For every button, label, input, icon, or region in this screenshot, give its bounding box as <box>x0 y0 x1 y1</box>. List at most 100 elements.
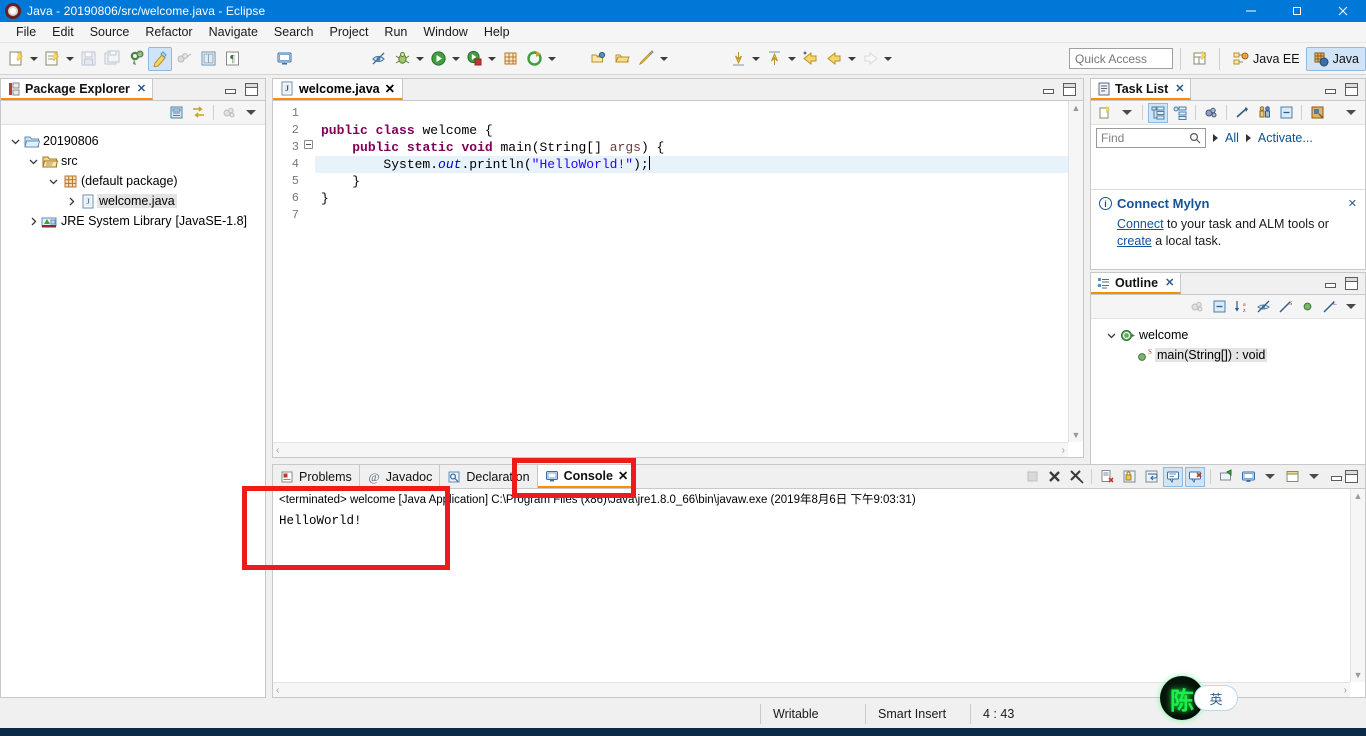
scroll-right-icon[interactable]: › <box>1062 445 1065 456</box>
outline-item-class[interactable]: welcome <box>1091 325 1365 345</box>
tree-item-src[interactable]: src <box>1 151 265 171</box>
minimize-icon[interactable] <box>1042 83 1055 96</box>
close-icon[interactable]: ✕ <box>1348 197 1357 210</box>
focus-on-workweek-icon[interactable] <box>1201 103 1221 123</box>
tab-task-list[interactable]: Task List ✕ <box>1091 79 1192 100</box>
maximize-icon[interactable] <box>1345 277 1358 290</box>
back-icon[interactable] <box>822 47 846 71</box>
menu-edit[interactable]: Edit <box>44 23 82 41</box>
scroll-right-icon[interactable]: › <box>1344 685 1347 696</box>
quick-access-input[interactable]: Quick Access <box>1069 48 1174 69</box>
run-coverage-dropdown-icon[interactable] <box>486 47 498 71</box>
tab-outline[interactable]: Outline ✕ <box>1091 273 1182 294</box>
synchronize-all-icon[interactable] <box>1254 103 1274 123</box>
menu-run[interactable]: Run <box>376 23 415 41</box>
debug-icon[interactable] <box>390 47 414 71</box>
filter-activate-label[interactable]: Activate... <box>1258 131 1313 145</box>
sort-icon[interactable]: az <box>1231 297 1251 317</box>
filter-all-arrow-icon[interactable] <box>1213 131 1218 145</box>
next-annotation-dropdown-icon[interactable] <box>750 47 762 71</box>
external-tools-dropdown-icon[interactable] <box>546 47 558 71</box>
collapse-all-icon[interactable] <box>1276 103 1296 123</box>
view-menu-icon[interactable] <box>1341 297 1361 317</box>
console-body[interactable]: <terminated> welcome [Java Application] … <box>273 489 1365 697</box>
annotation-dropdown-icon[interactable] <box>658 47 670 71</box>
hide-nonpublic-icon[interactable] <box>1297 297 1317 317</box>
connect-link[interactable]: Connect <box>1117 217 1164 231</box>
chevron-right-icon[interactable] <box>25 217 41 226</box>
minimize-window-button[interactable] <box>1228 0 1274 22</box>
activate-task-icon[interactable] <box>1307 103 1327 123</box>
close-icon[interactable]: ✕ <box>1165 276 1174 289</box>
task-find-input[interactable]: Find <box>1096 128 1206 148</box>
maximize-icon[interactable] <box>245 83 258 96</box>
scroll-lock-icon[interactable] <box>1119 467 1139 487</box>
tab-javadoc[interactable]: @ Javadoc <box>359 465 441 488</box>
ime-mode-button[interactable]: 英 <box>1194 685 1238 711</box>
scroll-left-icon[interactable]: ‹ <box>276 445 279 456</box>
open-perspective-icon[interactable] <box>1188 47 1212 71</box>
open-console-view-icon[interactable] <box>272 47 296 71</box>
close-icon[interactable]: ✕ <box>385 81 395 96</box>
maximize-icon[interactable] <box>1345 470 1358 483</box>
editor-body[interactable]: 1 2 3 4 5 6 7 public class welcome { pub… <box>273 101 1083 457</box>
scroll-left-icon[interactable]: ‹ <box>276 685 279 696</box>
categorized-presentation-icon[interactable] <box>1148 102 1168 123</box>
new-task-dropdown-icon[interactable] <box>1117 103 1137 123</box>
console-vertical-scrollbar[interactable]: ▲ ▼ <box>1350 489 1365 682</box>
tab-problems[interactable]: Problems <box>273 465 360 488</box>
new-java-package-icon[interactable] <box>498 47 522 71</box>
toggle-mark-occurrences-icon[interactable] <box>366 47 390 71</box>
maximize-icon[interactable] <box>1345 83 1358 96</box>
annotation-icon[interactable] <box>634 47 658 71</box>
menu-source[interactable]: Source <box>82 23 138 41</box>
perspective-java-ee[interactable]: Java EE <box>1227 47 1306 71</box>
tree-item-jre-library[interactable]: JRE System Library [JavaSE-1.8] <box>1 211 265 231</box>
chevron-down-icon[interactable] <box>25 157 41 166</box>
filter-activate-arrow-icon[interactable] <box>1246 131 1251 145</box>
remove-all-terminated-icon[interactable] <box>1066 467 1086 487</box>
menu-search[interactable]: Search <box>266 23 322 41</box>
menu-file[interactable]: File <box>8 23 44 41</box>
tree-item-project[interactable]: 20190806 <box>1 131 265 151</box>
tab-package-explorer[interactable]: Package Explorer ✕ <box>1 79 154 100</box>
create-link[interactable]: create <box>1117 234 1152 248</box>
minimize-icon[interactable] <box>224 83 237 96</box>
scheduled-presentation-icon[interactable] <box>1170 103 1190 123</box>
tree-item-default-package[interactable]: (default package) <box>1 171 265 191</box>
run-coverage-icon[interactable] <box>462 47 486 71</box>
outline-item-method[interactable]: S main(String[]) : void <box>1091 345 1365 365</box>
display-selected-console-icon[interactable] <box>1238 467 1258 487</box>
view-menu-icon[interactable] <box>1341 103 1361 123</box>
run-dropdown-icon[interactable] <box>450 47 462 71</box>
new-task-icon[interactable] <box>1095 103 1115 123</box>
close-icon[interactable]: ✕ <box>618 468 628 483</box>
open-task-icon[interactable] <box>586 47 610 71</box>
back-dropdown-icon[interactable] <box>846 47 858 71</box>
new-java-project-dropdown-icon[interactable] <box>64 47 76 71</box>
open-console-icon[interactable] <box>1282 467 1302 487</box>
menu-help[interactable]: Help <box>476 23 518 41</box>
minimize-icon[interactable] <box>1324 277 1337 290</box>
new-wizard-dropdown-icon[interactable] <box>28 47 40 71</box>
collapse-all-icon[interactable] <box>1209 297 1229 317</box>
editor-vertical-scrollbar[interactable]: ▲ ▼ <box>1068 101 1083 442</box>
minimize-icon[interactable] <box>1330 470 1343 483</box>
filter-all-label[interactable]: All <box>1225 131 1239 145</box>
editor-horizontal-scrollbar[interactable]: ‹ › <box>273 442 1068 457</box>
new-wizard-icon[interactable] <box>4 47 28 71</box>
close-icon[interactable]: ✕ <box>137 82 146 95</box>
debug-dropdown-icon[interactable] <box>414 47 426 71</box>
external-tools-icon[interactable] <box>522 47 546 71</box>
show-console-on-output-icon[interactable] <box>1163 466 1183 487</box>
print-icon[interactable]: C <box>124 47 148 71</box>
next-annotation-icon[interactable] <box>726 47 750 71</box>
display-console-dropdown-icon[interactable] <box>1260 467 1280 487</box>
pin-console-icon[interactable] <box>1216 467 1236 487</box>
link-with-editor-icon[interactable] <box>188 103 208 123</box>
word-wrap-icon[interactable] <box>1141 467 1161 487</box>
hide-fields-icon[interactable] <box>1253 297 1273 317</box>
hide-static-icon[interactable]: S <box>1275 297 1295 317</box>
maximize-icon[interactable] <box>1063 83 1076 96</box>
tab-welcome-java[interactable]: J welcome.java ✕ <box>273 79 404 100</box>
